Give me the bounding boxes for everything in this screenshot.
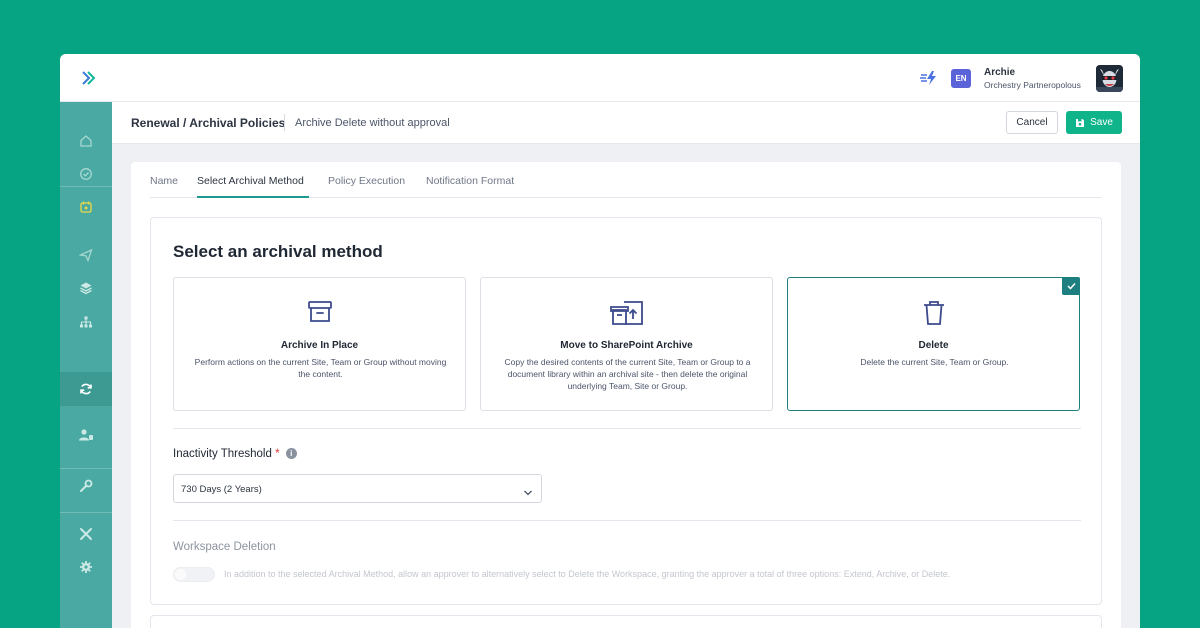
selected-check-icon	[1062, 277, 1080, 295]
app-logo-icon[interactable]	[80, 70, 98, 86]
option-title: Archive In Place	[280, 340, 359, 351]
required-marker: *	[275, 448, 280, 460]
sidebar-item-tools[interactable]	[76, 524, 96, 544]
tab-policy-execution[interactable]: Policy Execution	[328, 175, 405, 187]
user-org: Orchestry Partneropolous	[984, 80, 1081, 90]
tab-select-archival-method[interactable]: Select Archival Method	[197, 175, 304, 187]
option-delete[interactable]: Delete Delete the current Site, Team or …	[787, 277, 1080, 411]
app-window: EN Archie Orchestry Partneropolous Renew…	[60, 54, 1140, 628]
tab-notification-format[interactable]: Notification Format	[426, 175, 514, 187]
option-title: Delete	[918, 340, 949, 351]
cancel-button[interactable]: Cancel	[1006, 111, 1058, 134]
layers-icon	[80, 282, 92, 295]
archive-box-icon	[174, 300, 465, 324]
workspace-deletion-toggle[interactable]	[173, 567, 215, 582]
send-icon	[79, 248, 93, 262]
sidebar	[60, 102, 112, 628]
workspace-deletion-label: Workspace Deletion	[173, 541, 276, 553]
next-section-card	[150, 615, 1102, 628]
quick-actions-bolt-icon[interactable]	[920, 70, 938, 91]
move-archive-icon	[481, 300, 772, 326]
trash-icon	[788, 300, 1079, 326]
sidebar-item-wrench[interactable]	[76, 476, 96, 496]
tab-name[interactable]: Name	[150, 175, 178, 187]
select-value: 730 Days (2 Years)	[181, 484, 262, 495]
inactivity-threshold-label: Inactivity Threshold * i	[173, 448, 297, 460]
sidebar-item-layers[interactable]	[76, 278, 96, 298]
page-title: Archive Delete without approval	[295, 117, 450, 129]
option-description: Copy the desired contents of the current…	[504, 357, 751, 391]
archival-method-card: Select an archival method Archive In Pla…	[150, 217, 1102, 605]
section-title: Select an archival method	[173, 242, 383, 261]
chevron-down-icon	[523, 484, 533, 502]
page-header: Renewal / Archival Policies Archive Dele…	[112, 102, 1140, 144]
sidebar-item-home[interactable]	[76, 131, 96, 151]
language-badge[interactable]: EN	[951, 69, 971, 88]
sidebar-item-calendar[interactable]	[76, 197, 96, 217]
sidebar-item-send[interactable]	[76, 245, 96, 265]
inactivity-threshold-select[interactable]: 730 Days (2 Years)	[173, 474, 542, 503]
save-button-label: Save	[1090, 117, 1113, 128]
option-description: Perform actions on the current Site, Tea…	[194, 357, 447, 379]
sidebar-item-users[interactable]	[76, 425, 96, 445]
gear-icon	[80, 561, 92, 573]
tab-bar: Name Select Archival Method Policy Execu…	[150, 162, 1101, 198]
hierarchy-icon	[80, 316, 92, 328]
inactivity-threshold-text: Inactivity Threshold	[173, 448, 272, 460]
home-icon	[80, 135, 92, 147]
wrench-icon	[80, 479, 93, 492]
refresh-icon	[80, 383, 92, 395]
sidebar-divider	[60, 468, 112, 469]
active-tab-indicator	[197, 196, 309, 198]
workspace-deletion-description: In addition to the selected Archival Met…	[224, 569, 951, 579]
divider	[173, 520, 1081, 521]
toggle-knob	[175, 569, 186, 580]
user-name: Archie	[984, 67, 1016, 78]
option-move-to-sharepoint-archive[interactable]: Move to SharePoint Archive Copy the desi…	[480, 277, 773, 411]
sidebar-item-approvals[interactable]	[76, 164, 96, 184]
divider	[173, 428, 1081, 429]
calendar-icon	[80, 201, 92, 213]
save-icon	[1076, 118, 1085, 127]
sidebar-item-hierarchy[interactable]	[76, 312, 96, 332]
option-archive-in-place[interactable]: Archive In Place Perform actions on the …	[173, 277, 466, 411]
main-panel: Name Select Archival Method Policy Execu…	[131, 162, 1121, 628]
sidebar-item-renewal[interactable]	[76, 379, 96, 399]
info-icon[interactable]: i	[285, 448, 297, 459]
users-icon	[79, 429, 93, 441]
save-button[interactable]: Save	[1066, 111, 1122, 134]
option-title: Move to SharePoint Archive	[560, 340, 693, 351]
tools-icon	[80, 528, 92, 540]
sidebar-divider	[60, 186, 112, 187]
avatar[interactable]	[1096, 65, 1123, 92]
top-bar: EN Archie Orchestry Partneropolous	[60, 54, 1140, 102]
check-circle-icon	[80, 168, 92, 180]
option-description: Delete the current Site, Team or Group.	[860, 357, 1009, 367]
breadcrumb-separator	[284, 114, 285, 131]
sidebar-divider	[60, 512, 112, 513]
breadcrumb[interactable]: Renewal / Archival Policies	[131, 116, 285, 130]
sidebar-item-settings[interactable]	[76, 557, 96, 577]
